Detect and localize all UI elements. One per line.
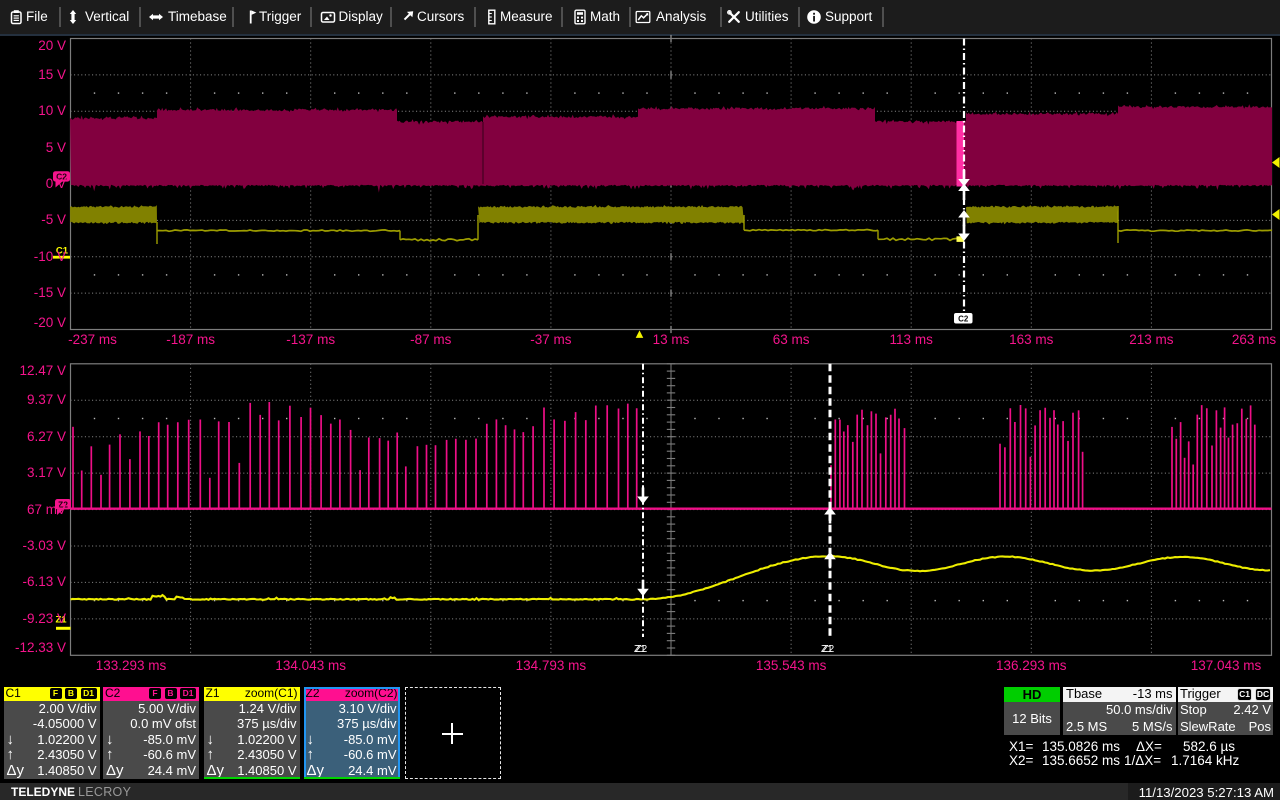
svg-text:C2: C2 <box>958 314 969 323</box>
svg-text:Z2: Z2 <box>636 644 648 655</box>
svg-text:Z2: Z2 <box>823 644 835 655</box>
